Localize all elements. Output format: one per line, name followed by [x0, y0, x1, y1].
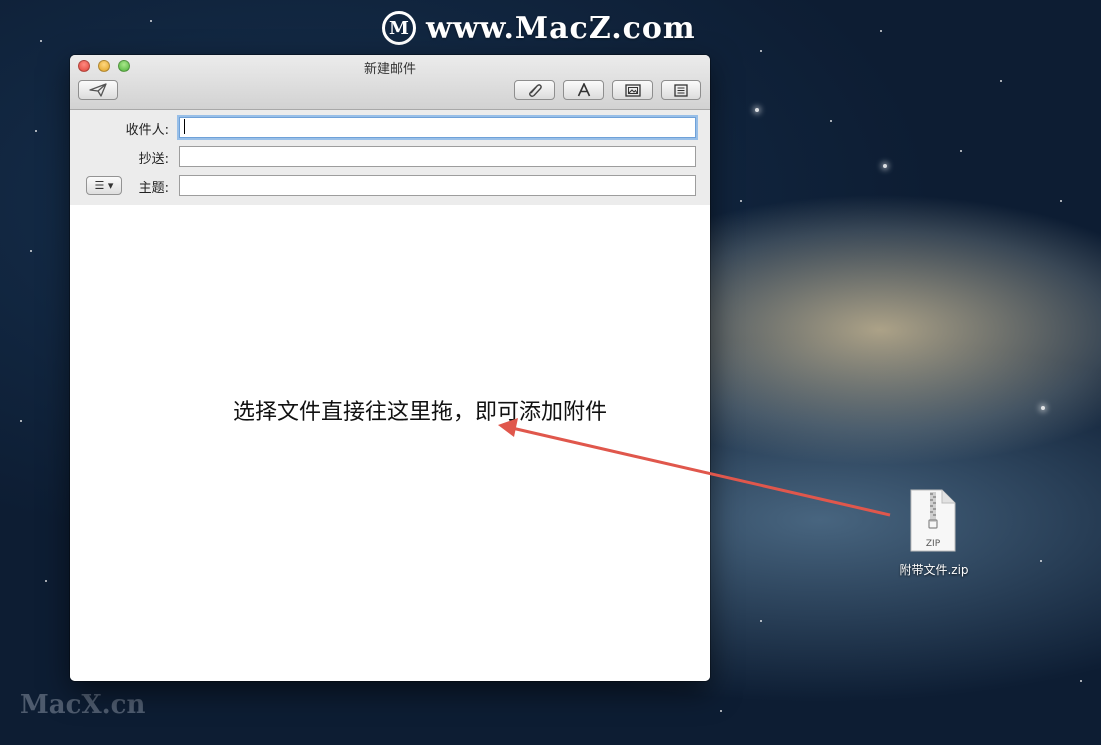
text-caret: [184, 119, 185, 134]
cc-label: 抄送:: [138, 152, 169, 167]
paperclip-icon: [527, 83, 543, 97]
window-title: 新建邮件: [363, 62, 416, 77]
to-field[interactable]: [179, 117, 696, 138]
zip-badge: ZIP: [926, 539, 941, 549]
macx-watermark: MacX.cn: [20, 690, 146, 720]
paper-plane-icon: [89, 83, 107, 97]
new-mail-window: 新建邮件 收件人: 抄送: 主题: ☰ ▾: [70, 55, 710, 681]
send-button[interactable]: [78, 80, 118, 100]
photo-browser-icon: [624, 83, 641, 97]
subject-row: 主题:: [70, 174, 710, 198]
list-format-icon: ☰ ▾: [94, 179, 114, 192]
cc-row: 抄送:: [70, 145, 710, 169]
macz-watermark-text: www.MacZ.com: [426, 10, 696, 46]
zip-file-icon[interactable]: ZIP: [908, 488, 958, 554]
macz-watermark: M www.MacZ.com: [382, 8, 696, 48]
to-label: 收件人:: [125, 123, 169, 138]
attach-button[interactable]: [514, 80, 555, 100]
to-row: 收件人:: [70, 116, 710, 140]
header-format-menu-button[interactable]: ☰ ▾: [86, 176, 122, 195]
fonts-button[interactable]: [563, 80, 604, 100]
subject-label: 主题:: [138, 181, 169, 196]
font-a-icon: [577, 83, 591, 97]
photo-browser-button[interactable]: [612, 80, 653, 100]
stationery-icon: [674, 83, 688, 97]
cc-field[interactable]: [179, 146, 696, 167]
stationery-button[interactable]: [661, 80, 701, 100]
message-body[interactable]: [70, 205, 710, 681]
desktop-file-name[interactable]: 附带文件.zip: [884, 561, 984, 578]
macz-logo: M: [382, 11, 416, 45]
subject-field[interactable]: [179, 175, 696, 196]
instruction-annotation: 选择文件直接往这里拖，即可添加附件: [233, 400, 608, 425]
message-header: 收件人: 抄送: 主题:: [70, 110, 710, 207]
window-titlebar[interactable]: 新建邮件: [70, 55, 710, 110]
